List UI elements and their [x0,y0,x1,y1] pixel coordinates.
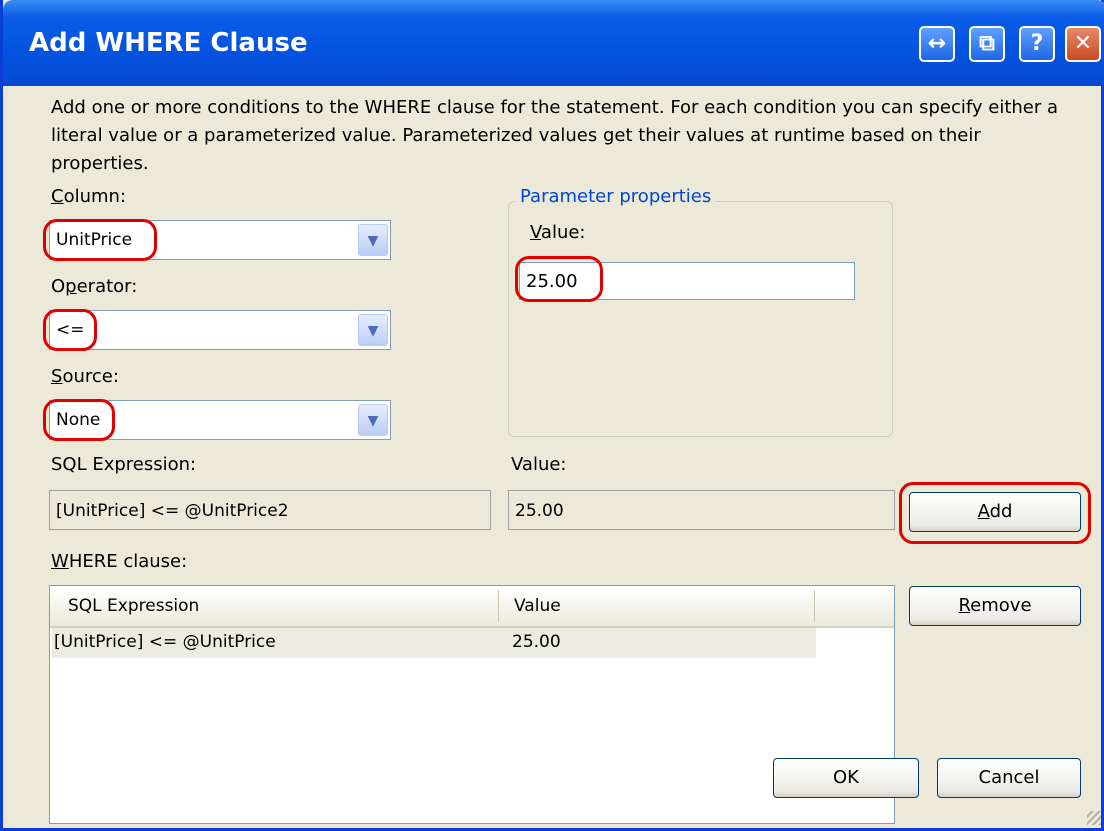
sql-expression-label: SQL Expression: [51,454,197,475]
resize-grip-icon[interactable] [1087,811,1101,825]
chevron-down-icon[interactable]: ▼ [358,224,388,256]
close-button[interactable]: ✕ [1065,26,1101,62]
sql-expression-value: [UnitPrice] <= @UnitPrice2 [56,501,289,521]
operator-label: Operator: [51,276,138,297]
parameter-properties-title: Parameter properties [516,186,716,207]
row-expression: [UnitPrice] <= @UnitPrice [54,632,276,652]
dialog-body: Add one or more conditions to the WHERE … [3,86,1104,831]
list-header: SQL Expression Value [50,586,894,628]
column-divider[interactable] [814,590,815,622]
help-button[interactable]: ? [1019,26,1055,62]
ok-button[interactable]: OK [773,758,919,798]
cancel-button[interactable]: Cancel [937,758,1081,798]
add-where-clause-dialog: Add WHERE Clause ↔ ⧉ ? ✕ Add one or more… [0,0,1104,831]
intro-text: Add one or more conditions to the WHERE … [51,97,1059,174]
where-clause-label: WHERE clause: [51,551,188,572]
source-highlight [43,399,115,441]
add-button-highlight [899,482,1091,544]
param-value-highlight [515,256,603,302]
column-header-value[interactable]: Value [514,596,561,616]
remove-button[interactable]: Remove [909,586,1081,626]
column-highlight [43,219,157,261]
sql-expression-field: [UnitPrice] <= @UnitPrice2 [49,490,491,530]
param-value-label: Value: [530,222,586,243]
title-bar[interactable]: Add WHERE Clause ↔ ⧉ ? ✕ [3,0,1104,86]
where-clause-list[interactable]: SQL Expression Value [UnitPrice] <= @Uni… [49,585,895,824]
column-header-sql-expression[interactable]: SQL Expression [68,596,199,616]
expression-value-label: Value: [511,454,567,475]
window-mode-icon[interactable]: ⧉ [969,26,1005,62]
chevron-down-icon[interactable]: ▼ [358,314,388,346]
expression-value-text: 25.00 [515,501,564,521]
restore-icon[interactable]: ↔ [919,26,955,62]
column-divider[interactable] [498,590,499,622]
chevron-down-icon[interactable]: ▼ [358,404,388,436]
row-value: 25.00 [512,632,561,652]
operator-dropdown[interactable]: <= ▼ [49,310,391,350]
operator-highlight [43,309,97,351]
window-title: Add WHERE Clause [29,28,308,58]
expression-value-field: 25.00 [508,490,895,530]
table-row[interactable]: [UnitPrice] <= @UnitPrice 25.00 [52,628,816,658]
source-label: Source: [51,366,119,387]
column-label: Column: [51,186,127,207]
